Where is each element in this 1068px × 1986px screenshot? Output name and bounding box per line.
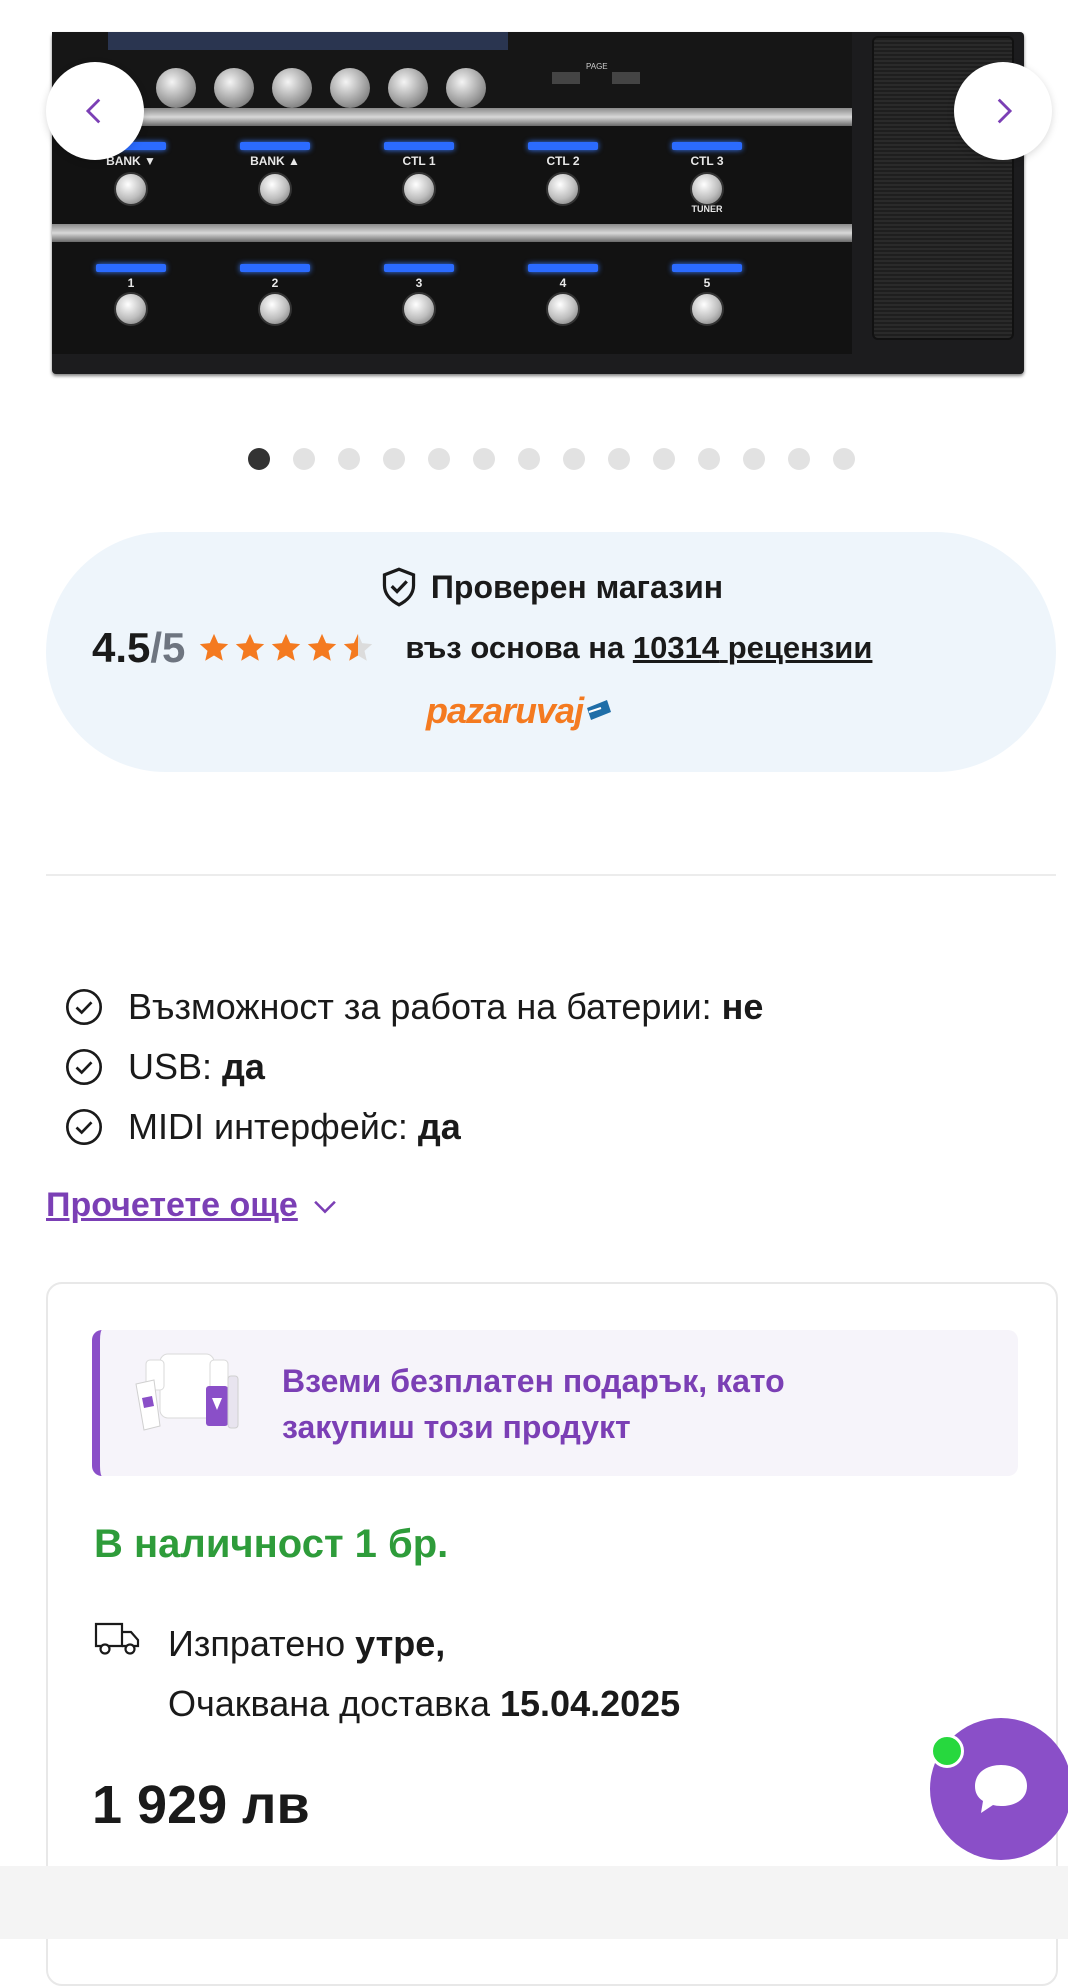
truck-icon — [94, 1622, 140, 1655]
pazaruvaj-logo: pazaruvaj — [426, 690, 613, 732]
chevron-left-icon — [85, 98, 101, 124]
chevron-down-icon — [313, 1200, 336, 1213]
verified-store-card: Проверен магазин 4.5/5 въз основа на 103… — [46, 532, 1056, 772]
carousel-dot[interactable] — [383, 448, 405, 470]
divider — [46, 874, 1056, 876]
carousel-dot[interactable] — [698, 448, 720, 470]
footswitch — [114, 172, 148, 206]
star-icon — [308, 633, 337, 661]
carousel-dot[interactable] — [473, 448, 495, 470]
shipping-info: Изпратено утре, Очаквана доставка 15.04.… — [94, 1614, 680, 1734]
spec-item: Възможност за работа на батерии: не — [64, 986, 763, 1028]
carousel-prev-button[interactable] — [46, 62, 144, 160]
carousel-dot[interactable] — [653, 448, 675, 470]
carousel-dot[interactable] — [788, 448, 810, 470]
footswitch — [546, 172, 580, 206]
carousel-dot[interactable] — [608, 448, 630, 470]
footswitch — [690, 172, 724, 206]
star-icon — [200, 633, 229, 661]
carousel-dot[interactable] — [428, 448, 450, 470]
carousel-dot[interactable] — [833, 448, 855, 470]
carousel-dots — [248, 448, 855, 470]
bottom-bar — [0, 1866, 1068, 1939]
knob — [156, 68, 196, 108]
spec-item: MIDI интерфейс: да — [64, 1106, 461, 1148]
footswitch — [546, 292, 580, 326]
carousel-dot[interactable] — [338, 448, 360, 470]
carousel-dot[interactable] — [518, 448, 540, 470]
pedal-illustration: PAGE BANK ▼ BANK ▲ CTL 1 CTL 2 CTL 3 TUN… — [52, 32, 1024, 374]
footswitch — [402, 292, 436, 326]
price: 1 929 лв — [92, 1775, 310, 1835]
gift-items-image — [135, 1353, 239, 1431]
gift-promo-banner[interactable]: Вземи безплатен подарък, като закупиш то… — [92, 1330, 1018, 1476]
carousel-dot[interactable] — [743, 448, 765, 470]
check-circle-icon — [66, 1049, 102, 1085]
knob — [388, 68, 428, 108]
footswitch — [114, 292, 148, 326]
footswitch — [258, 292, 292, 326]
gift-text-line1: Вземи безплатен подарък, като — [282, 1363, 785, 1399]
carousel-next-button[interactable] — [954, 62, 1052, 160]
knob — [272, 68, 312, 108]
reviews-link[interactable]: 10314 рецензии — [633, 630, 873, 665]
stock-status: В наличност 1 бр. — [94, 1522, 449, 1566]
footswitch — [690, 292, 724, 326]
check-circle-icon — [66, 1109, 102, 1145]
product-image[interactable]: PAGE BANK ▼ BANK ▲ CTL 1 CTL 2 CTL 3 TUN… — [0, 0, 1068, 420]
logo-card-icon — [587, 700, 612, 720]
chat-icon — [975, 1765, 1027, 1813]
online-status-dot — [930, 1734, 964, 1768]
rating-stars — [197, 631, 375, 665]
verified-title: Проверен магазин — [430, 568, 724, 605]
knob — [330, 68, 370, 108]
star-icon — [236, 633, 265, 661]
chevron-right-icon — [997, 98, 1013, 124]
based-on-reviews: въз основа на 10314 рецензии — [405, 630, 873, 665]
carousel-dot[interactable] — [293, 448, 315, 470]
footswitch — [402, 172, 436, 206]
star-icon — [272, 633, 301, 661]
gift-text-line2: закупиш този продукт — [282, 1409, 631, 1445]
carousel-dot[interactable] — [248, 448, 270, 470]
spec-item: USB: да — [64, 1046, 265, 1088]
shield-check-icon — [382, 567, 416, 607]
knob — [214, 68, 254, 108]
footswitch — [258, 172, 292, 206]
carousel-dot[interactable] — [563, 448, 585, 470]
rating-score: 4.5/5 — [92, 624, 186, 671]
read-more-link[interactable]: Прочетете още — [46, 1186, 342, 1225]
star-half-icon — [344, 633, 373, 661]
check-circle-icon — [66, 989, 102, 1025]
knob — [446, 68, 486, 108]
